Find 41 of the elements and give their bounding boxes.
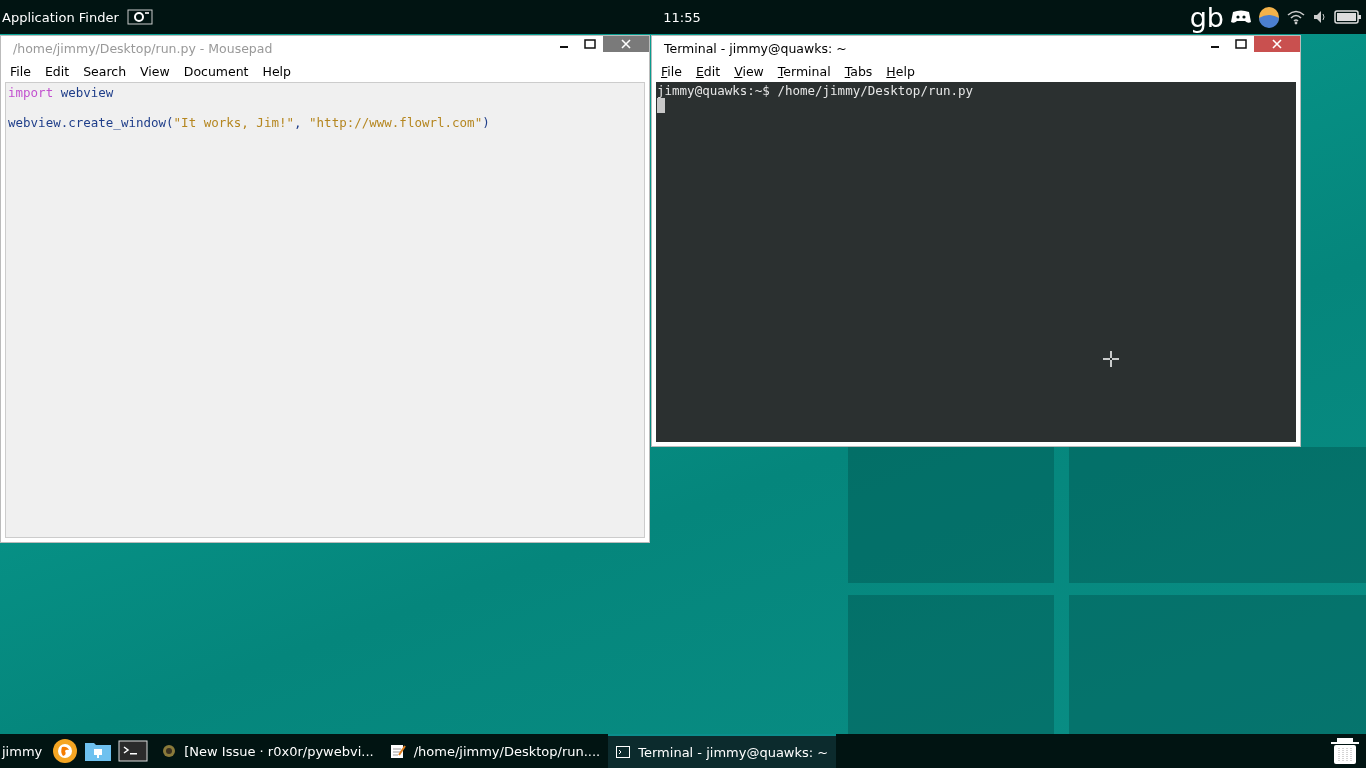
keyboard-layout-indicator[interactable]: gb [1189, 3, 1224, 31]
browser-app-icon [162, 744, 177, 758]
menu-item[interactable]: Tabs [837, 63, 880, 79]
folder-icon[interactable] [84, 740, 113, 762]
maximize-icon [1235, 39, 1247, 49]
crosshair-cursor-icon [1103, 351, 1119, 367]
terminal-output[interactable]: jimmy@quawks:~$ /home/jimmy/Desktop/run.py [656, 82, 1296, 442]
close-button[interactable] [1254, 36, 1300, 52]
gamepad-icon[interactable] [1230, 9, 1252, 25]
battery-icon[interactable] [1334, 9, 1362, 25]
menu-item[interactable]: Terminal [770, 63, 838, 79]
browser-icon[interactable] [52, 738, 79, 764]
sunset-icon[interactable] [1258, 6, 1280, 28]
taskbar-button[interactable]: Terminal - jimmy@quawks: ~ [608, 734, 837, 768]
trash-icon[interactable] [1330, 737, 1360, 765]
window-title: /home/jimmy/Desktop/run.py - Mousepad [13, 40, 274, 56]
taskbar-button[interactable]: /home/jimmy/Desktop/run.... [381, 734, 609, 768]
speaker-icon[interactable] [1312, 9, 1328, 25]
minimize-icon [560, 46, 568, 48]
camera-icon[interactable] [126, 9, 153, 25]
terminal-icon[interactable] [118, 740, 149, 762]
close-icon [1272, 39, 1282, 49]
window-title: Terminal - jimmy@quawks: ~ [664, 40, 848, 56]
menu-item[interactable]: Help [879, 63, 922, 79]
code-line: webview.create_window("It works, Jim!", "http://www.flowrl.com") [8, 115, 491, 130]
maximize-icon [584, 39, 596, 49]
wifi-icon[interactable] [1286, 9, 1306, 25]
code-line: import webview [8, 85, 115, 100]
clock[interactable]: 11:55 [455, 9, 909, 25]
menu-item[interactable]: Edit [688, 63, 728, 79]
terminal-line: jimmy@quawks:~$ /home/jimmy/Desktop/run.py [657, 83, 975, 98]
editor-app-icon [389, 743, 406, 759]
menu-item[interactable]: File [654, 63, 689, 79]
minimize-icon [1211, 46, 1219, 48]
close-icon [621, 39, 631, 49]
user-name: jimmy [0, 743, 44, 759]
terminal-app-icon [616, 746, 631, 758]
taskbar-button[interactable]: [New Issue · r0x0r/pywebvi... [154, 734, 382, 768]
menu-item[interactable]: View [727, 63, 771, 79]
app-finder-label[interactable]: Application Finder [2, 9, 119, 25]
text-cursor [657, 98, 665, 113]
